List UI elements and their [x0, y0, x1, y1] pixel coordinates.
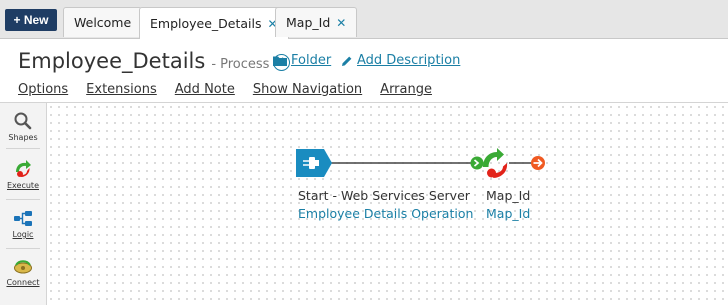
start-node-label[interactable]: Start - Web Services Server Employee Det… [298, 188, 473, 221]
menu-show-navigation[interactable]: Show Navigation [253, 82, 362, 97]
palette-logic[interactable]: Logic [0, 202, 46, 250]
palette-execute[interactable]: Execute [0, 153, 46, 201]
menu-add-note[interactable]: Add Note [175, 82, 235, 97]
tab-map-id[interactable]: Map_Id ✕ [275, 7, 358, 37]
palette-connect[interactable]: Connect [0, 250, 46, 298]
web-services-start-icon[interactable] [296, 149, 332, 177]
palette-label: Connect [6, 278, 40, 287]
folder-link[interactable]: Folder [273, 53, 331, 68]
stop-icon[interactable] [531, 156, 545, 170]
execute-icon [16, 160, 31, 177]
menu-extensions[interactable]: Extensions [86, 82, 157, 97]
close-tab-icon[interactable]: ✕ [336, 16, 346, 30]
page-subtitle: - Process [211, 57, 270, 72]
map-node-link: Map_Id [486, 206, 531, 221]
map-node-label[interactable]: Map_Id Map_Id [486, 188, 530, 221]
add-description-link[interactable]: Add Description [341, 53, 460, 68]
palette-label: Execute [7, 181, 39, 190]
new-button[interactable]: + New [5, 9, 57, 31]
palette-label: Shapes [8, 133, 38, 142]
palette-shapes[interactable]: Shapes [0, 105, 46, 153]
connector-node-icon[interactable] [470, 156, 484, 170]
palette-label: Logic [12, 230, 34, 239]
start-node-operation: Employee Details Operation [298, 206, 474, 221]
process-header: Employee_Details - Process i Folder Add … [0, 39, 728, 103]
shape-palette: Shapes Execute Logic Connect [0, 103, 47, 305]
map-node-name: Map_Id [486, 188, 531, 203]
tab-employee-details[interactable]: Employee_Details ✕ [139, 7, 289, 39]
logic-icon [14, 211, 32, 226]
page-title: Employee_Details [18, 49, 206, 73]
connect-icon [14, 260, 32, 274]
menu-options[interactable]: Options [18, 82, 68, 97]
process-canvas[interactable]: Start - Web Services Server Employee Det… [47, 103, 728, 305]
start-node-name: Start - Web Services Server [298, 188, 470, 203]
tab-label: Employee_Details [150, 16, 262, 31]
tab-label: Welcome [74, 15, 132, 30]
palette-divider [6, 148, 40, 149]
tab-label: Map_Id [286, 15, 331, 30]
tab-welcome[interactable]: Welcome [63, 7, 143, 37]
menu-arrange[interactable]: Arrange [380, 82, 432, 97]
pencil-icon [342, 56, 352, 66]
folder-link-label: Folder [291, 53, 332, 68]
process-menu: Options Extensions Add Note Show Navigat… [18, 82, 450, 97]
map-icon[interactable] [483, 148, 508, 178]
search-icon [14, 112, 32, 130]
folder-icon [273, 56, 287, 66]
tab-bar: + New Welcome Employee_Details ✕ Map_Id … [0, 0, 728, 39]
palette-divider [6, 248, 40, 249]
palette-divider [6, 199, 40, 200]
add-description-label: Add Description [357, 53, 461, 68]
